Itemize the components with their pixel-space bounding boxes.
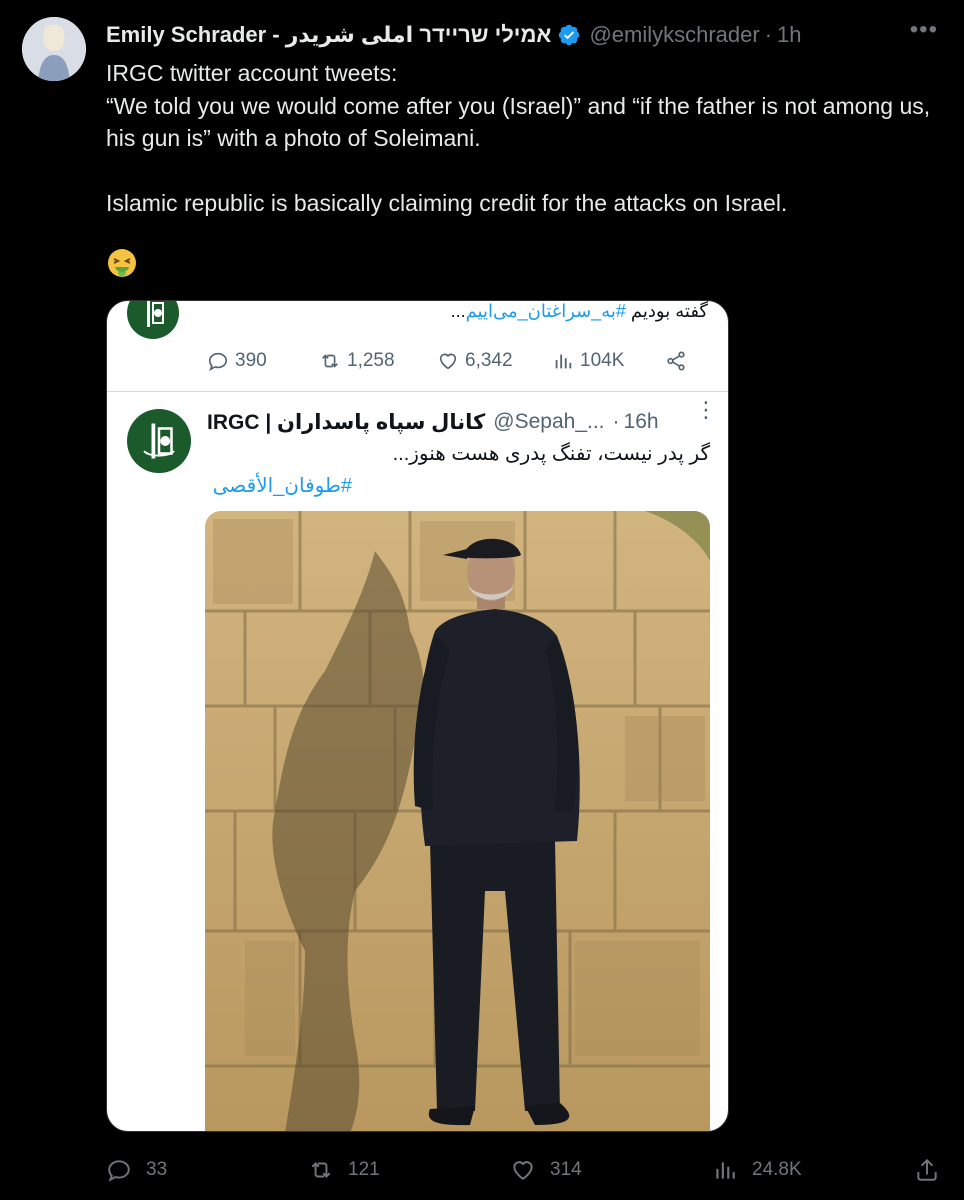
quoted-handle[interactable]: @Sepah_...	[493, 410, 604, 434]
like-icon	[439, 353, 457, 370]
repost-icon	[322, 354, 338, 368]
more-icon[interactable]: •••	[910, 16, 938, 44]
embed-reply-count: 390	[235, 350, 267, 371]
embed-divider	[107, 391, 728, 392]
views-icon	[555, 354, 572, 369]
reply-button[interactable]: 33	[106, 1155, 167, 1185]
share-icon	[667, 351, 685, 371]
like-count: 314	[550, 1159, 582, 1180]
reply-count: 33	[146, 1159, 168, 1180]
like-icon	[513, 1161, 533, 1180]
quoted-previous-text: گفته بودیم #به_سراغتان_می‌اییم...	[451, 301, 708, 322]
tweet-time[interactable]: 1h	[777, 22, 801, 48]
action-bar: 33 121 314 24.8K	[0, 1150, 964, 1190]
embed-like[interactable]: 6,342	[437, 346, 513, 376]
soleimani-photo[interactable]	[205, 511, 710, 1131]
repost-button[interactable]: 121	[308, 1155, 380, 1185]
tweet-line: Islamic republic is basically claiming c…	[106, 190, 788, 216]
quoted-previous-ellipsis: ...	[450, 301, 466, 321]
embed-views-count: 104K	[580, 350, 625, 371]
quoted-time[interactable]: 16h	[624, 410, 659, 434]
quoted-more-icon[interactable]: ⋮	[695, 399, 717, 421]
embed-like-count: 6,342	[465, 350, 513, 371]
embed-views[interactable]: 104K	[552, 346, 624, 376]
author-display-name[interactable]: Emily Schrader - אמילי שריידר املی شریدر	[106, 22, 551, 48]
embed-share[interactable]	[665, 346, 693, 376]
avatar[interactable]	[22, 17, 86, 81]
reply-icon	[108, 1160, 130, 1182]
quoted-separator: ·	[612, 410, 620, 433]
tweet-text: IRGC twitter account tweets: “We told yo…	[106, 57, 936, 220]
views-icon	[716, 1162, 735, 1179]
vomit-emoji	[106, 248, 138, 280]
views-count: 24.8K	[752, 1159, 802, 1180]
quoted-hashtag[interactable]: #طوفان_الأقصى	[197, 473, 352, 498]
embed-repost[interactable]: 1,258	[319, 346, 395, 376]
reply-icon	[208, 352, 228, 371]
author-handle[interactable]: @emilykschrader	[589, 22, 759, 48]
verified-icon	[559, 24, 580, 46]
views-button[interactable]: 24.8K	[712, 1155, 802, 1185]
tweet-line: IRGC twitter account tweets:	[106, 60, 398, 86]
quoted-previous-hashtag[interactable]: #به_سراغتان_می‌اییم	[466, 301, 626, 321]
embedded-image[interactable]: گفته بودیم #به_سراغتان_می‌اییم... 390 1,…	[106, 300, 729, 1132]
share-button[interactable]	[914, 1155, 940, 1185]
tweet-header: Emily Schrader - אמילי שריידר املی شریدر…	[106, 18, 944, 52]
irgc-avatar[interactable]	[127, 409, 191, 473]
quoted-text: گر پدر نیست، تفنگ پدری هست هنوز...	[392, 443, 710, 465]
quoted-display-name[interactable]: IRGC | کانال سپاه پاسداران	[207, 410, 485, 435]
tweet-line: “We told you we would come after you (Is…	[106, 92, 931, 152]
like-button[interactable]: 314	[510, 1155, 582, 1185]
separator-dot: ·	[764, 22, 773, 47]
quoted-previous-text-main: گفته بودیم	[630, 301, 708, 321]
embed-repost-count: 1,258	[347, 350, 395, 371]
share-icon	[917, 1158, 937, 1181]
repost-icon	[311, 1162, 331, 1178]
repost-count: 121	[348, 1159, 380, 1180]
embed-reply[interactable]: 390	[207, 346, 267, 376]
quoted-header: IRGC | کانال سپاه پاسداران @Sepah_... · …	[207, 407, 659, 437]
irgc-logo-icon	[127, 301, 179, 339]
